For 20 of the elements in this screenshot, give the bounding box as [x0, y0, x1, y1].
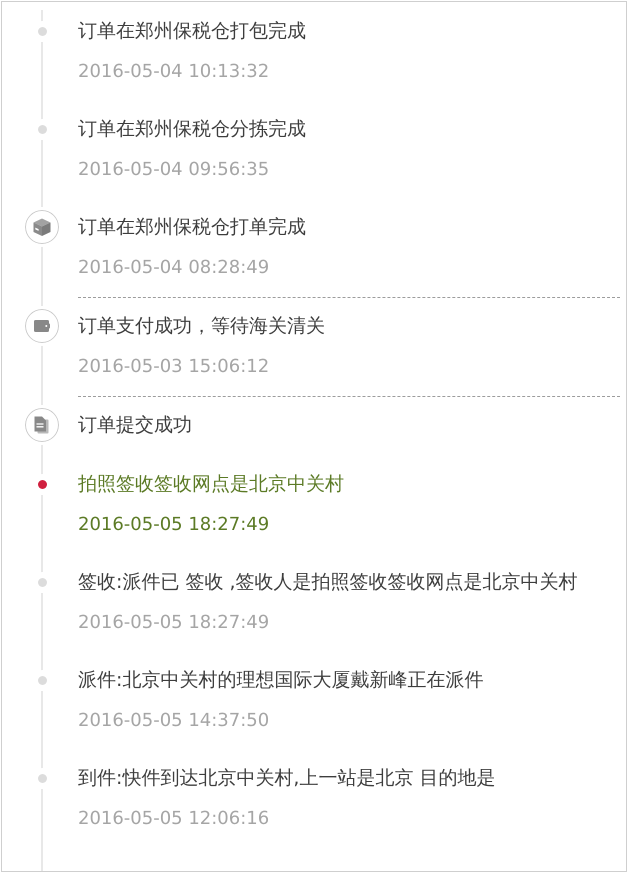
- wallet-icon: [25, 309, 59, 343]
- event-time: 2016-05-05 18:27:49: [78, 513, 270, 537]
- event-title: 订单在郑州保税仓打包完成: [78, 19, 306, 43]
- event-time: 2016-05-05 12:06:16: [78, 807, 270, 831]
- event-time: 2016-05-05 14:37:50: [78, 709, 270, 733]
- event-title: 订单提交成功: [78, 413, 192, 437]
- event-time: 2016-05-04 10:13:32: [78, 60, 270, 84]
- event-time: 2016-05-04 09:56:35: [78, 158, 270, 182]
- event-title: 到件:快件到达北京中关村,上一站是北京 目的地是: [78, 766, 496, 790]
- event-title: 签收:派件已 签收 ,签收人是拍照签收签收网点是北京中关村: [78, 570, 578, 594]
- document-icon: [25, 408, 59, 442]
- event-time: 2016-05-04 08:28:49: [78, 256, 270, 280]
- event-title: 订单在郑州保税仓分拣完成: [78, 117, 306, 141]
- event-title: 拍照签收签收网点是北京中关村: [78, 472, 344, 496]
- event-time: 2016-05-03 15:06:12: [78, 355, 270, 379]
- event-time: 2016-05-05 18:27:49: [78, 611, 270, 635]
- box-icon: [25, 210, 59, 244]
- event-title: 派件:北京中关村的理想国际大厦戴新峰正在派件: [78, 668, 484, 692]
- event-title: 订单在郑州保税仓打单完成: [78, 215, 306, 239]
- event-title: 订单支付成功，等待海关清关: [78, 314, 325, 338]
